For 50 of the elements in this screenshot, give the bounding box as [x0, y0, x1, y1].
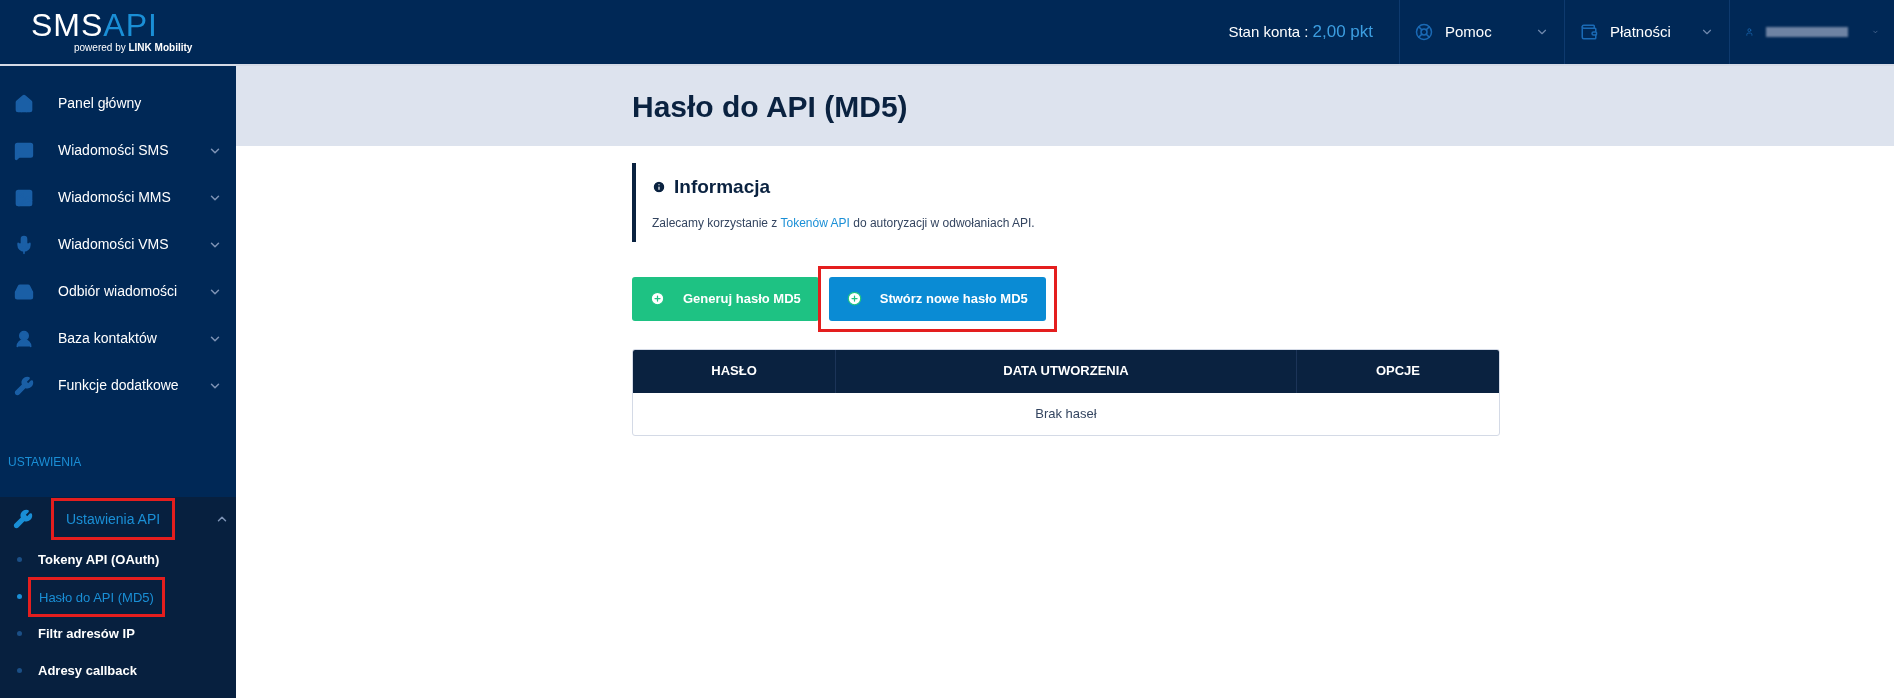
help-menu[interactable]: Pomoc [1399, 0, 1564, 64]
person-icon [14, 328, 34, 349]
submenu-item[interactable]: Filtr adresów IP [0, 615, 236, 652]
info-title: Informacja [674, 175, 771, 199]
info-text: Zalecamy korzystanie z Tokenów API do autoryzacji w odwołaniach API. [652, 214, 1036, 232]
plus-circle-icon [650, 291, 665, 306]
lifebuoy-icon [1415, 23, 1433, 41]
wallet-icon [1580, 23, 1598, 41]
submenu-item[interactable]: Tokeny API (OAuth) [0, 541, 236, 578]
menu-label: Pomoc [1445, 21, 1492, 42]
bullet-icon [17, 557, 22, 562]
bullet-icon [17, 631, 22, 636]
empty-message: Brak haseł [1034, 404, 1098, 423]
column-header: DATA UTWORZENIA [835, 349, 1296, 393]
balance-label: Stan konta : [1228, 21, 1309, 42]
home-icon [14, 93, 34, 114]
sidebar-item[interactable]: Odbiór wiadomości [0, 268, 236, 315]
column-header: HASŁO [710, 362, 758, 381]
payments-menu[interactable]: Płatności [1564, 0, 1729, 64]
sidebar-item[interactable]: Wiadomości MMS [0, 174, 236, 221]
section-heading: USTAWIENIA [8, 455, 82, 469]
microphone-icon [14, 234, 34, 255]
bullet-icon [17, 668, 22, 673]
menu-label: Tokeny API (OAuth) [38, 550, 160, 569]
menu-label: Płatności [1610, 21, 1671, 42]
submenu-item[interactable]: Adresy callback [0, 652, 236, 689]
create-button[interactable]: Stwórz nowe hasło MD5 [828, 276, 1046, 321]
plus-circle-icon [846, 291, 862, 306]
wrench-icon [13, 509, 33, 529]
chat-bubble-icon [14, 140, 34, 161]
sidebar-item[interactable]: Funkcje dodatkowe [0, 362, 236, 409]
sidebar-item[interactable]: Panel główny [0, 80, 236, 127]
page-title: Hasło do API (MD5) [632, 88, 908, 125]
menu-label: Filtr adresów IP [38, 624, 135, 643]
tokens-link[interactable]: Tokenów API [780, 215, 850, 230]
sidebar-item[interactable]: Wiadomości VMS [0, 221, 236, 268]
menu-label: Hasło do API (MD5) [39, 589, 154, 605]
wrench-icon [14, 375, 34, 396]
column-header: OPCJE [1296, 349, 1499, 393]
menu-label: Adresy callback [38, 661, 137, 680]
sidebar-item[interactable]: Ustawienia API [0, 497, 236, 541]
logo-tagline: powered by LINK Mobility [74, 40, 193, 55]
sidebar-item[interactable]: Wiadomości SMS [0, 127, 236, 174]
sidebar-item[interactable]: Baza kontaktów [0, 315, 236, 362]
info-icon [652, 180, 666, 195]
submenu-item[interactable]: Hasło do API (MD5) [0, 578, 236, 615]
logo-wordmark[interactable]: SMSAPI [31, 9, 158, 40]
balance-value: 2,00 pkt [1312, 21, 1373, 44]
menu-label: Ustawienia API [66, 511, 161, 527]
bullet-icon [17, 594, 22, 599]
